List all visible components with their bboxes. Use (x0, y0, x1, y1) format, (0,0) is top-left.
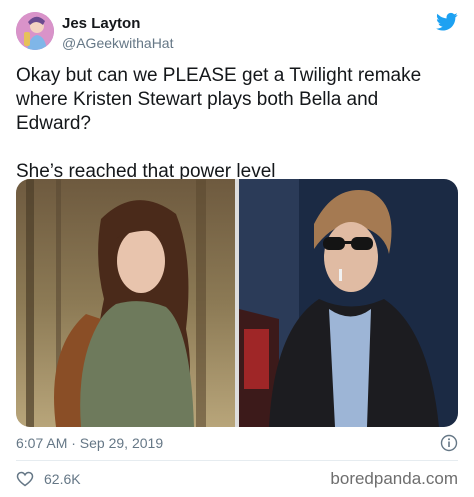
timestamp[interactable]: 6:07 AM · Sep 29, 2019 (16, 435, 163, 451)
photo-kristen[interactable] (239, 179, 458, 427)
author-info: Jes Layton @AGeekwithaHat (62, 15, 173, 52)
avatar[interactable] (16, 12, 54, 50)
tweet-header: Jes Layton @AGeekwithaHat (16, 12, 458, 56)
tweet-actions: 62.6K boredpanda.com (16, 468, 458, 490)
tweet-body: Okay but can we PLEASE get a Twilight re… (16, 64, 458, 184)
author-name[interactable]: Jes Layton (62, 15, 173, 33)
like-count[interactable]: 62.6K (44, 470, 81, 488)
tweet-text-paragraph: Okay but can we PLEASE get a Twilight re… (16, 65, 422, 134)
tweet-meta: 6:07 AM · Sep 29, 2019 (16, 434, 458, 452)
author-handle[interactable]: @AGeekwithaHat (62, 34, 173, 52)
divider (16, 460, 458, 461)
heart-icon[interactable] (16, 470, 34, 488)
info-icon[interactable] (440, 434, 458, 452)
twitter-bird-icon[interactable] (436, 12, 458, 32)
photo-bella[interactable] (16, 179, 235, 427)
watermark: boredpanda.com (330, 469, 458, 488)
tweet-card: Jes Layton @AGeekwithaHat Okay but can w… (0, 0, 474, 497)
tweet-media[interactable] (16, 179, 458, 427)
